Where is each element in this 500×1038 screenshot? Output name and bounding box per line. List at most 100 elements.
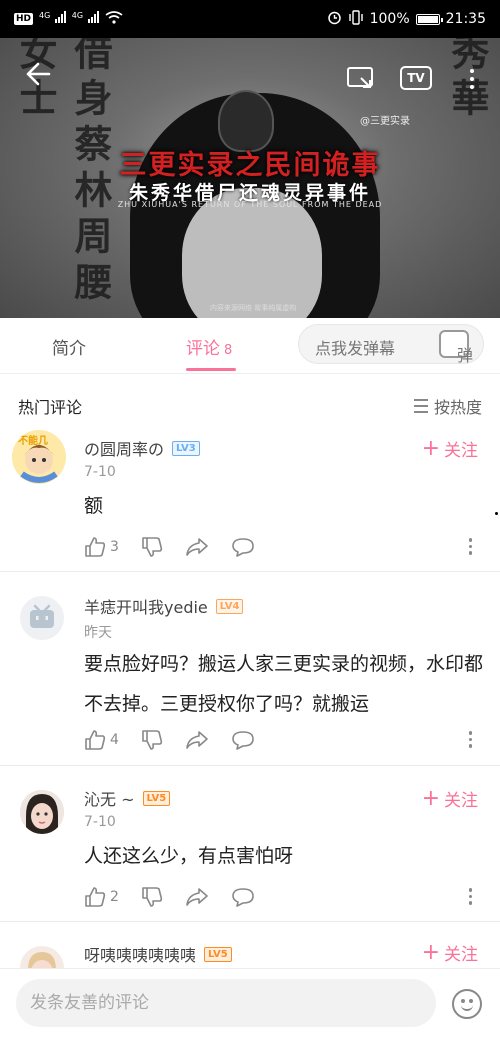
reply-bubble-icon <box>232 538 254 557</box>
username-text[interactable]: の圆周率の <box>84 436 164 460</box>
follow-label: 关注 <box>444 791 478 811</box>
follow-label: 关注 <box>444 945 478 965</box>
comment-more-button[interactable] <box>468 538 472 555</box>
video-player[interactable]: 借身蔡林周腰女士 還魂是金門朱秀華 @三更实录 三更实录之民间诡事 朱秀华借尸还… <box>0 38 500 318</box>
danmaku-send-button[interactable]: 弹 <box>439 330 473 365</box>
cast-icon <box>347 67 373 88</box>
clock: 21:35 <box>445 11 486 27</box>
comment-input[interactable] <box>16 979 436 1027</box>
follow-label: 关注 <box>444 441 478 461</box>
like-count: 4 <box>110 732 119 748</box>
danmaku-input[interactable]: 点我发弹幕 弹 <box>298 324 484 365</box>
wifi-icon <box>105 10 123 28</box>
share-icon <box>186 538 208 556</box>
comment-date: 7-10 <box>84 464 116 480</box>
share-icon <box>186 888 208 906</box>
comment-text[interactable]: 要点脸好吗？搬运人家三更实录的视频，水印都不去掉。三更授权你了吗？就搬运 <box>84 644 484 724</box>
like-button[interactable]: 3 <box>84 536 119 558</box>
back-arrow-icon <box>26 62 51 86</box>
like-count: 2 <box>110 889 119 905</box>
tv-icon: TV <box>407 71 425 85</box>
default-avatar-icon <box>30 604 54 628</box>
dislike-button[interactable] <box>141 536 163 558</box>
reply-bubble-icon <box>232 888 254 907</box>
avatar[interactable] <box>20 946 64 968</box>
plus-icon: + <box>421 785 440 811</box>
tv-button[interactable]: TV <box>400 66 432 90</box>
vibrate-icon <box>348 9 364 29</box>
reply-button[interactable] <box>231 886 255 908</box>
tab-intro[interactable]: 简介 <box>52 334 86 359</box>
avatar[interactable] <box>20 790 64 834</box>
danmaku-placeholder: 点我发弹幕 <box>315 339 396 358</box>
follow-button[interactable]: + 关注 <box>422 436 478 461</box>
hot-comments-title: 热门评论 <box>18 398 83 417</box>
sort-button[interactable]: 按热度 <box>413 394 482 418</box>
level-badge: LV4 <box>215 598 244 614</box>
like-button[interactable]: 4 <box>84 729 119 751</box>
like-count: 3 <box>110 539 119 555</box>
share-button[interactable] <box>185 536 209 558</box>
username-text[interactable]: 呀咦咦咦咦咦咦 <box>84 942 196 966</box>
comment-actions: 4 <box>84 727 277 753</box>
comment-username[interactable]: 羊痣开叫我yedie LV4 <box>84 594 244 618</box>
follow-button[interactable]: + 关注 <box>422 786 478 811</box>
reply-button[interactable] <box>231 729 255 751</box>
comment-composer <box>0 968 500 1038</box>
username-text[interactable]: 沁无 ~ <box>84 786 135 810</box>
more-vertical-icon <box>468 731 472 735</box>
avatar[interactable]: 不能几 <box>12 430 66 484</box>
divider <box>0 921 500 922</box>
comment-username[interactable]: 沁无 ~ LV5 <box>84 786 171 810</box>
dislike-button[interactable] <box>141 886 163 908</box>
thumb-up-icon <box>85 887 106 907</box>
comment-more-button[interactable] <box>468 731 472 748</box>
share-button[interactable] <box>185 886 209 908</box>
tab-comments-label: 评论 <box>186 339 220 359</box>
scroll-indicator <box>495 512 498 515</box>
plus-icon: + <box>421 939 440 965</box>
comment-date: 昨天 <box>84 625 112 641</box>
level-badge: LV5 <box>204 946 232 962</box>
alarm-icon <box>327 10 342 29</box>
dislike-button[interactable] <box>141 729 163 751</box>
hot-comments-header: 热门评论 按热度 <box>0 376 500 426</box>
reply-button[interactable] <box>231 536 255 558</box>
more-vertical-icon <box>468 888 472 892</box>
emoji-button[interactable] <box>452 989 482 1019</box>
video-watermark: @三更实录 <box>360 116 410 127</box>
emoji-icon <box>461 1004 473 1011</box>
sort-label: 按热度 <box>433 398 482 417</box>
tab-comments[interactable]: 评论 8 <box>186 334 232 359</box>
comment-more-button[interactable] <box>468 888 472 905</box>
video-title: 三更实录之民间诡事 <box>119 150 381 181</box>
battery-icon <box>415 13 443 25</box>
share-button[interactable] <box>185 729 209 751</box>
more-icon <box>470 69 474 73</box>
more-button[interactable] <box>462 64 482 94</box>
signal-1: 4G <box>39 11 66 27</box>
like-button[interactable]: 2 <box>84 886 119 908</box>
danmaku-icon: 弹 <box>457 346 474 365</box>
battery-percent: 100% <box>369 11 410 27</box>
cast-button[interactable] <box>346 66 376 90</box>
hd-badge: HD <box>14 13 34 25</box>
avatar[interactable] <box>20 596 64 640</box>
follow-button[interactable]: + 关注 <box>422 940 478 965</box>
comment-username[interactable]: 呀咦咦咦咦咦咦 LV5 <box>84 942 232 966</box>
username-text[interactable]: 羊痣开叫我yedie <box>84 594 208 618</box>
tab-indicator <box>186 368 236 371</box>
video-title-en: ZHU XIUHUA'S RETURN OF THE SOUL FROM THE… <box>117 200 383 209</box>
reply-bubble-icon <box>232 731 254 750</box>
comment-actions: 3 <box>84 534 277 560</box>
thumb-down-icon <box>142 887 163 907</box>
plus-icon: + <box>421 435 440 461</box>
comment-text[interactable]: 人还这么少，有点害怕呀 <box>84 836 484 876</box>
avatar-text: 不能几 <box>18 436 48 447</box>
comment-username[interactable]: の圆周率の LV3 <box>84 436 200 460</box>
comment-count: 8 <box>224 343 233 358</box>
back-button[interactable] <box>22 58 54 90</box>
thumb-up-icon <box>85 730 106 750</box>
comment-text[interactable]: 额 <box>84 486 484 526</box>
comment-date: 7-10 <box>84 814 116 830</box>
